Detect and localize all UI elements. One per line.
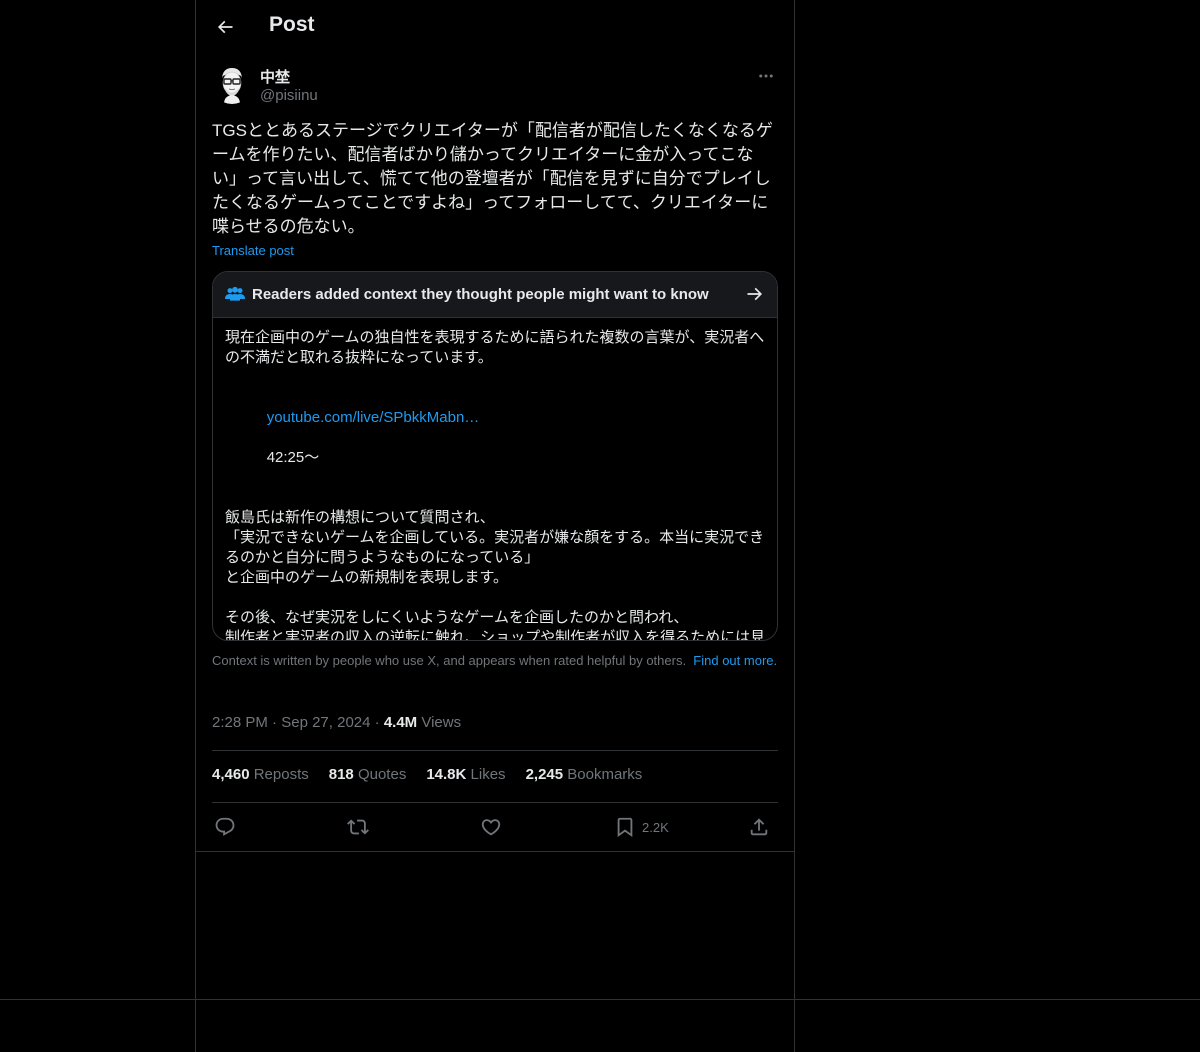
community-note-body: 現在企画中のゲームの独自性を表現するために語られた複数の言葉が、実況者への不満だ… bbox=[225, 328, 767, 641]
reposts-label: Reposts bbox=[253, 766, 309, 783]
community-note-card: Readers added context they thought peopl… bbox=[212, 271, 778, 641]
share-icon bbox=[750, 818, 768, 836]
action-bar: 2.2K bbox=[212, 813, 778, 841]
likes-count: 14.8K bbox=[426, 766, 467, 783]
note-timestamp: 42:25〜 bbox=[266, 449, 320, 466]
author-row: 中埜 @pisiinu bbox=[212, 62, 778, 108]
author-handle[interactable]: @pisiinu bbox=[260, 87, 318, 104]
bookmark-icon bbox=[617, 817, 633, 838]
reposts-stat[interactable]: 4,460 Reposts bbox=[212, 766, 309, 790]
main-column: Post 中埜 @pisiinu TGSととあるステージでクリエイターが「配信者… bbox=[195, 0, 795, 1052]
back-button[interactable] bbox=[210, 12, 240, 42]
likes-stat[interactable]: 14.8K Likes bbox=[426, 766, 505, 790]
views-label: Views bbox=[421, 714, 462, 731]
bookmark-count: 2.2K bbox=[642, 819, 669, 835]
note-paragraph: 現在企画中のゲームの独自性を表現するために語られた複数の言葉が、実況者への不満だ… bbox=[225, 329, 765, 366]
more-button[interactable] bbox=[754, 64, 778, 88]
divider bbox=[212, 802, 778, 803]
likes-label: Likes bbox=[470, 766, 506, 783]
bookmarks-stat[interactable]: 2,245 Bookmarks bbox=[526, 766, 643, 790]
meta-separator: · bbox=[374, 714, 380, 731]
page-title: Post bbox=[269, 13, 315, 36]
reply-icon bbox=[215, 817, 235, 836]
page: Post 中埜 @pisiinu TGSととあるステージでクリエイターが「配信者… bbox=[0, 0, 1200, 1052]
community-note-footnote: Context is written by people who use X, … bbox=[212, 653, 778, 669]
avatar[interactable] bbox=[212, 64, 252, 104]
community-note-header[interactable]: Readers added context they thought peopl… bbox=[213, 272, 777, 318]
avatar-image bbox=[212, 64, 252, 104]
bookmarks-label: Bookmarks bbox=[567, 766, 643, 783]
post-bottom-border bbox=[196, 851, 794, 852]
views-count: 4.4M bbox=[383, 714, 418, 731]
more-dots-icon bbox=[759, 74, 773, 78]
translate-post-link[interactable]: Translate post bbox=[212, 243, 294, 258]
like-button[interactable] bbox=[480, 813, 502, 841]
post-stats: 4,460 Reposts 818 Quotes 14.8K Likes 2,2… bbox=[212, 766, 778, 790]
quotes-stat[interactable]: 818 Quotes bbox=[329, 766, 407, 790]
repost-icon bbox=[347, 819, 369, 835]
post-meta: 2:28 PM · Sep 27, 2024 · 4.4M Views bbox=[212, 714, 461, 731]
author-display-name[interactable]: 中埜 bbox=[260, 66, 290, 87]
heart-icon bbox=[481, 819, 501, 836]
quotes-count: 818 bbox=[328, 766, 354, 783]
note-source-link[interactable]: youtube.com/live/SPbkkMabn… bbox=[267, 409, 480, 426]
bookmarks-count: 2,245 bbox=[525, 766, 564, 783]
meta-separator: · bbox=[272, 714, 278, 731]
post-text: TGSととあるステージでクリエイターが「配信者が配信したくなくなるゲームを作りた… bbox=[212, 121, 773, 236]
footnote-text: Context is written by people who use X, … bbox=[212, 653, 687, 668]
arrow-right-icon bbox=[747, 287, 763, 301]
repost-button[interactable] bbox=[347, 813, 369, 841]
community-note-heading: Readers added context they thought peopl… bbox=[252, 286, 709, 303]
post-date[interactable]: Sep 27, 2024 bbox=[281, 714, 370, 731]
find-out-more-link[interactable]: Find out more. bbox=[693, 653, 777, 668]
divider bbox=[212, 750, 778, 751]
post-header: Post bbox=[196, 0, 794, 54]
note-paragraph: 飯島氏は新作の構想について質問され、 「実況できないゲームを企画している。実況者… bbox=[225, 509, 765, 586]
post-time[interactable]: 2:28 PM bbox=[212, 714, 268, 731]
arrow-left-icon bbox=[217, 20, 233, 34]
reposts-count: 4,460 bbox=[212, 766, 250, 783]
people-icon bbox=[225, 286, 245, 301]
bookmark-button[interactable]: 2.2K bbox=[614, 813, 669, 841]
share-button[interactable] bbox=[748, 813, 770, 841]
reply-button[interactable] bbox=[214, 813, 236, 841]
quotes-label: Quotes bbox=[357, 766, 407, 783]
note-paragraph: その後、なぜ実況をしにくいようなゲームを企画したのかと問われ、 制作者と実況者の… bbox=[225, 609, 766, 641]
